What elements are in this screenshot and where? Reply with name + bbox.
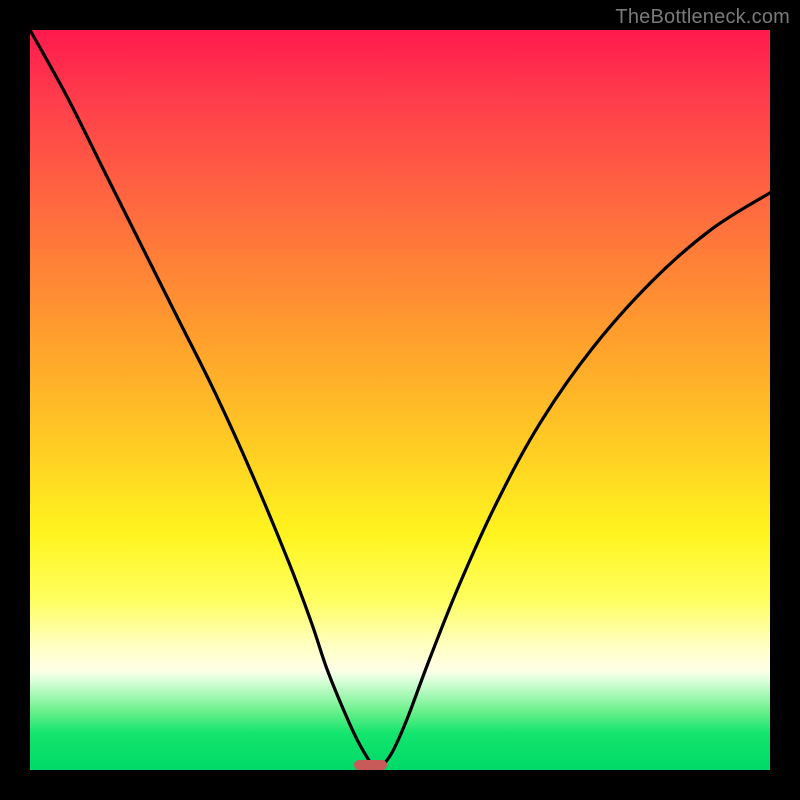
curves-svg [30, 30, 770, 770]
right-branch-curve [382, 193, 771, 767]
plot-area [30, 30, 770, 770]
outer-frame: TheBottleneck.com [0, 0, 800, 800]
bottleneck-marker [354, 760, 387, 770]
left-branch-curve [30, 30, 374, 768]
watermark-text: TheBottleneck.com [615, 6, 790, 29]
